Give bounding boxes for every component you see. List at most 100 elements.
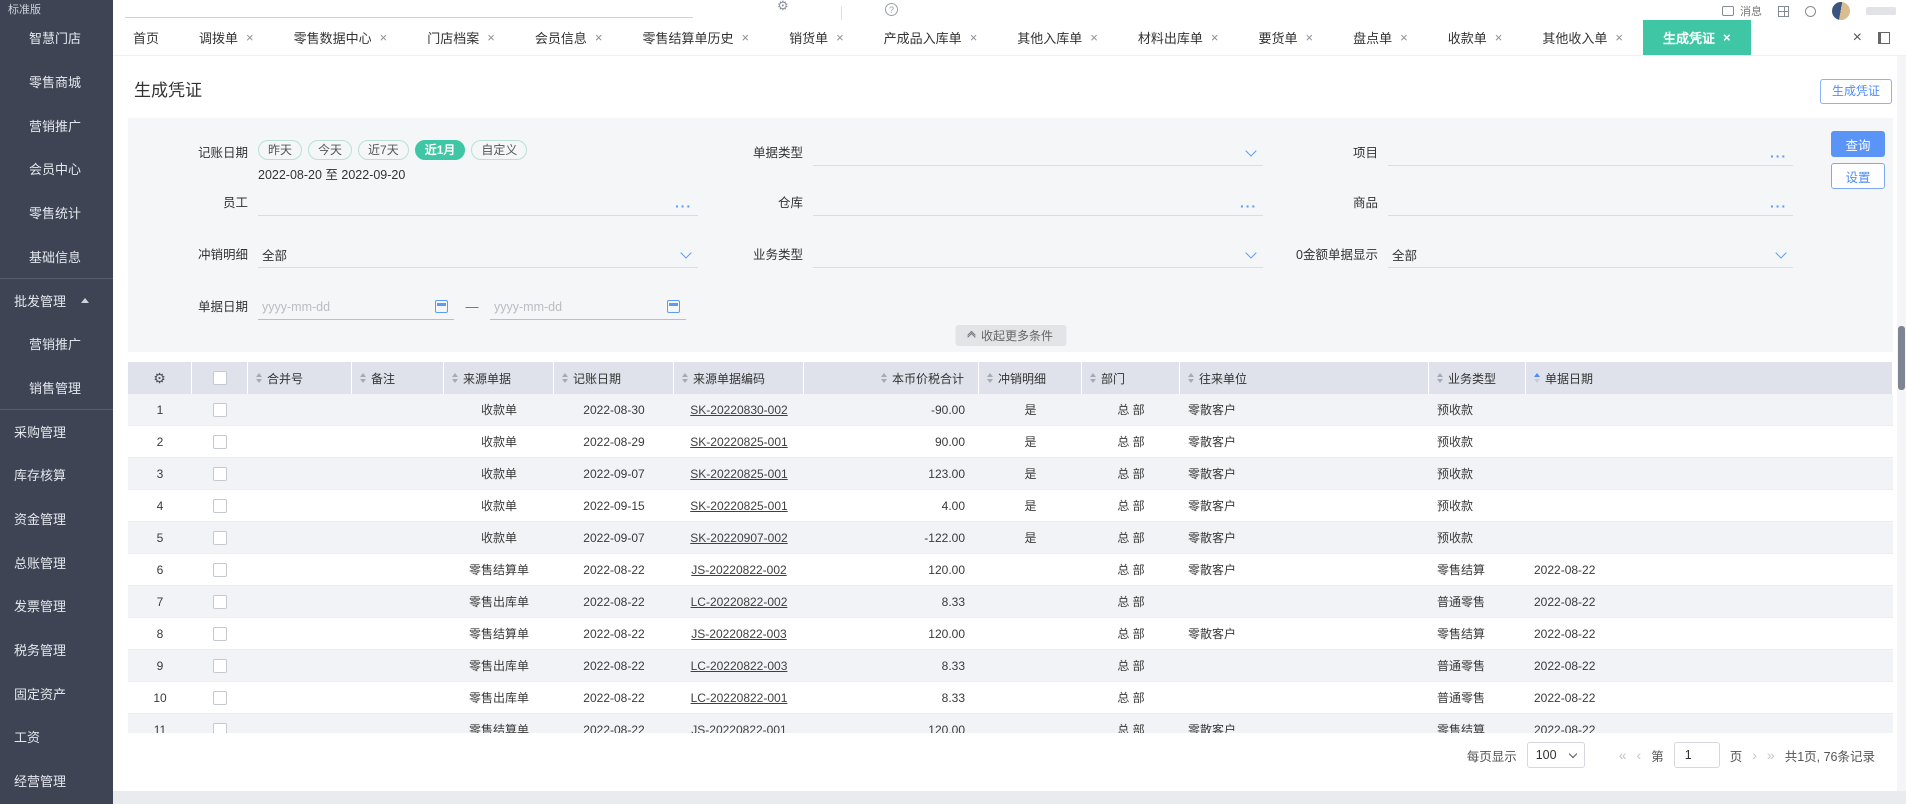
goods-picker[interactable] bbox=[1388, 190, 1793, 216]
source-doc-link[interactable]: JS-20220822-001 bbox=[691, 723, 786, 734]
tab-close-icon[interactable] bbox=[487, 31, 495, 44]
col-header-merge[interactable]: 合并号 bbox=[248, 362, 352, 394]
tab-close-icon[interactable] bbox=[1400, 31, 1408, 44]
page-number-input[interactable]: 1 bbox=[1673, 742, 1720, 768]
row-checkbox[interactable] bbox=[213, 402, 227, 417]
row-checkbox[interactable] bbox=[213, 562, 227, 577]
close-all-tabs-icon[interactable] bbox=[1853, 29, 1862, 47]
sidebar-item[interactable]: 基础信息 bbox=[0, 234, 113, 278]
row-checkbox[interactable] bbox=[213, 498, 227, 513]
row-checkbox[interactable] bbox=[213, 658, 227, 673]
first-page-icon[interactable] bbox=[1619, 748, 1627, 762]
sidebar-item[interactable]: 采购管理 bbox=[0, 409, 113, 453]
gear-icon[interactable] bbox=[777, 0, 789, 14]
tab[interactable]: 零售结算单历史 bbox=[622, 20, 769, 55]
doc-date-start-input[interactable]: yyyy-mm-dd bbox=[258, 294, 454, 320]
help-icon[interactable] bbox=[885, 3, 898, 16]
sidebar-item[interactable]: 总账管理 bbox=[0, 540, 113, 584]
tab-close-icon[interactable] bbox=[246, 31, 254, 44]
source-doc-link[interactable]: SK-20220825-001 bbox=[690, 467, 787, 481]
sidebar-item[interactable]: 零售统计 bbox=[0, 191, 113, 235]
vertical-scrollbar[interactable] bbox=[1897, 56, 1906, 791]
row-checkbox[interactable] bbox=[213, 594, 227, 609]
date-pill[interactable]: 昨天 bbox=[258, 140, 303, 160]
date-pill[interactable]: 近7天 bbox=[358, 140, 409, 160]
tab[interactable]: 首页 bbox=[113, 20, 179, 55]
prev-page-icon[interactable] bbox=[1637, 748, 1642, 762]
scrollbar-thumb[interactable] bbox=[1898, 326, 1905, 390]
source-doc-link[interactable]: SK-20220825-001 bbox=[690, 435, 787, 449]
source-doc-link[interactable]: SK-20220907-002 bbox=[690, 531, 787, 545]
sidebar-item[interactable]: 资金管理 bbox=[0, 497, 113, 541]
sidebar-item[interactable]: 发票管理 bbox=[0, 584, 113, 628]
sidebar-item[interactable]: 销售管理 bbox=[0, 366, 113, 410]
project-picker[interactable] bbox=[1388, 140, 1793, 166]
tab[interactable]: 生成凭证 bbox=[1642, 20, 1751, 55]
tab-close-icon[interactable] bbox=[741, 31, 749, 44]
global-search-input[interactable] bbox=[125, 17, 693, 18]
source-doc-link[interactable]: SK-20220825-001 bbox=[690, 499, 787, 513]
calendar-icon[interactable] bbox=[435, 300, 448, 313]
row-checkbox[interactable] bbox=[213, 690, 227, 705]
logout-icon[interactable] bbox=[1805, 5, 1816, 17]
tab-close-icon[interactable] bbox=[1306, 31, 1314, 44]
tab[interactable]: 其他收入单 bbox=[1522, 20, 1643, 55]
sidebar-item[interactable]: 会员中心 bbox=[0, 147, 113, 191]
tab[interactable]: 收款单 bbox=[1428, 20, 1523, 55]
tab-close-icon[interactable] bbox=[1090, 31, 1098, 44]
generate-voucher-button[interactable]: 生成凭证 bbox=[1819, 79, 1892, 104]
col-header-partner[interactable]: 往来单位 bbox=[1180, 362, 1429, 394]
tab[interactable]: 要货单 bbox=[1239, 20, 1334, 55]
employee-picker[interactable] bbox=[258, 190, 698, 216]
message-icon[interactable] bbox=[1722, 6, 1734, 16]
sidebar-item[interactable]: 营销推广 bbox=[0, 103, 113, 147]
select-all-checkbox[interactable] bbox=[212, 371, 227, 385]
tab-panel-icon[interactable] bbox=[1878, 31, 1890, 44]
date-pill[interactable]: 近1月 bbox=[414, 140, 466, 160]
last-page-icon[interactable] bbox=[1767, 748, 1775, 762]
query-button[interactable]: 查询 bbox=[1831, 131, 1885, 157]
sidebar-item[interactable]: 库存核算 bbox=[0, 453, 113, 497]
source-doc-link[interactable]: JS-20220822-003 bbox=[691, 627, 786, 641]
per-page-select[interactable]: 100 bbox=[1526, 742, 1585, 768]
sidebar-item[interactable]: 智慧门店 bbox=[0, 16, 113, 60]
warehouse-picker[interactable] bbox=[813, 190, 1263, 216]
col-header-biz-type[interactable]: 业务类型 bbox=[1429, 362, 1526, 394]
tab-close-icon[interactable] bbox=[1211, 31, 1219, 44]
source-doc-link[interactable]: LC-20220822-001 bbox=[691, 691, 788, 705]
offset-detail-select[interactable]: 全部 bbox=[258, 242, 698, 268]
ellipsis-icon[interactable] bbox=[675, 199, 692, 213]
col-header-amount[interactable]: 本币价税合计 bbox=[804, 362, 979, 394]
select-all-header[interactable] bbox=[192, 362, 248, 394]
tab[interactable]: 门店档案 bbox=[407, 20, 515, 55]
sidebar-item[interactable]: 税务管理 bbox=[0, 628, 113, 672]
next-page-icon[interactable] bbox=[1752, 748, 1757, 762]
tab[interactable]: 销货单 bbox=[769, 20, 864, 55]
source-doc-link[interactable]: JS-20220822-002 bbox=[691, 563, 786, 577]
date-pill[interactable]: 今天 bbox=[308, 140, 353, 160]
sidebar-item[interactable]: 工资 bbox=[0, 715, 113, 759]
date-pill[interactable]: 自定义 bbox=[471, 140, 528, 160]
col-header-dept[interactable]: 部门 bbox=[1082, 362, 1180, 394]
doc-date-end-input[interactable]: yyyy-mm-dd bbox=[490, 294, 686, 320]
tab[interactable]: 盘点单 bbox=[1333, 20, 1428, 55]
tab[interactable]: 产成品入库单 bbox=[864, 20, 998, 55]
ellipsis-icon[interactable] bbox=[1770, 199, 1787, 213]
tab-close-icon[interactable] bbox=[380, 31, 388, 44]
row-checkbox[interactable] bbox=[213, 626, 227, 641]
row-checkbox[interactable] bbox=[213, 466, 227, 481]
col-header-offset[interactable]: 冲销明细 bbox=[979, 362, 1082, 394]
tab[interactable]: 零售数据中心 bbox=[274, 20, 408, 55]
tab[interactable]: 会员信息 bbox=[515, 20, 623, 55]
tab-close-icon[interactable] bbox=[1615, 31, 1623, 44]
biz-type-select[interactable] bbox=[813, 242, 1263, 268]
ellipsis-icon[interactable] bbox=[1240, 199, 1257, 213]
sidebar-item[interactable]: 经营管理 bbox=[0, 759, 113, 803]
row-checkbox[interactable] bbox=[213, 530, 227, 545]
col-header-doc-date[interactable]: 单据日期 bbox=[1526, 362, 1893, 394]
avatar[interactable] bbox=[1832, 2, 1850, 20]
tab-close-icon[interactable] bbox=[595, 31, 603, 44]
source-doc-link[interactable]: LC-20220822-003 bbox=[691, 659, 788, 673]
doc-type-select[interactable] bbox=[813, 140, 1263, 166]
settings-button[interactable]: 设置 bbox=[1831, 163, 1885, 189]
